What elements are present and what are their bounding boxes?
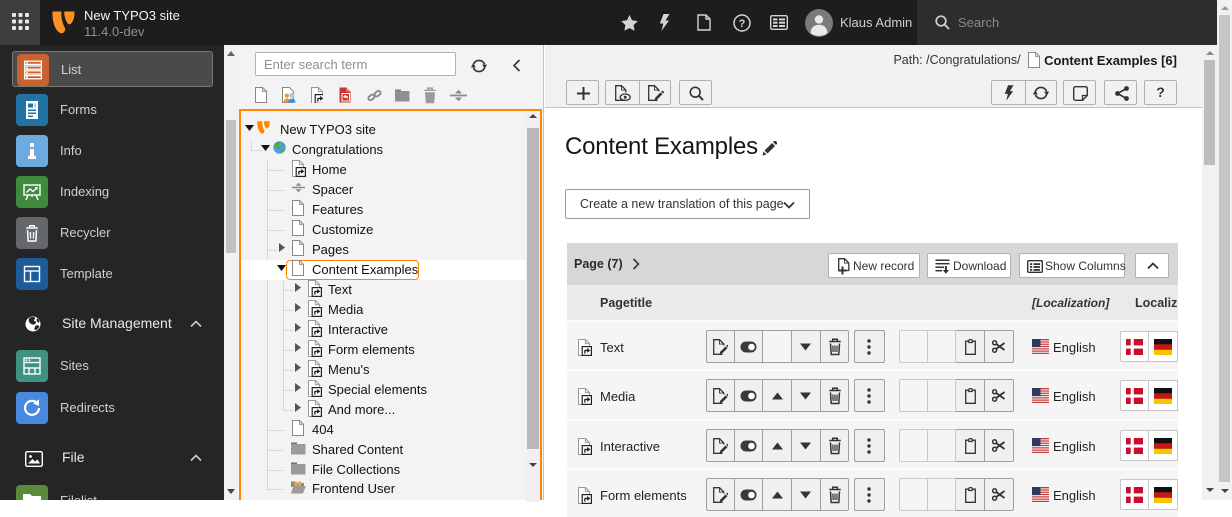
svg-text:?: ?: [739, 18, 746, 30]
